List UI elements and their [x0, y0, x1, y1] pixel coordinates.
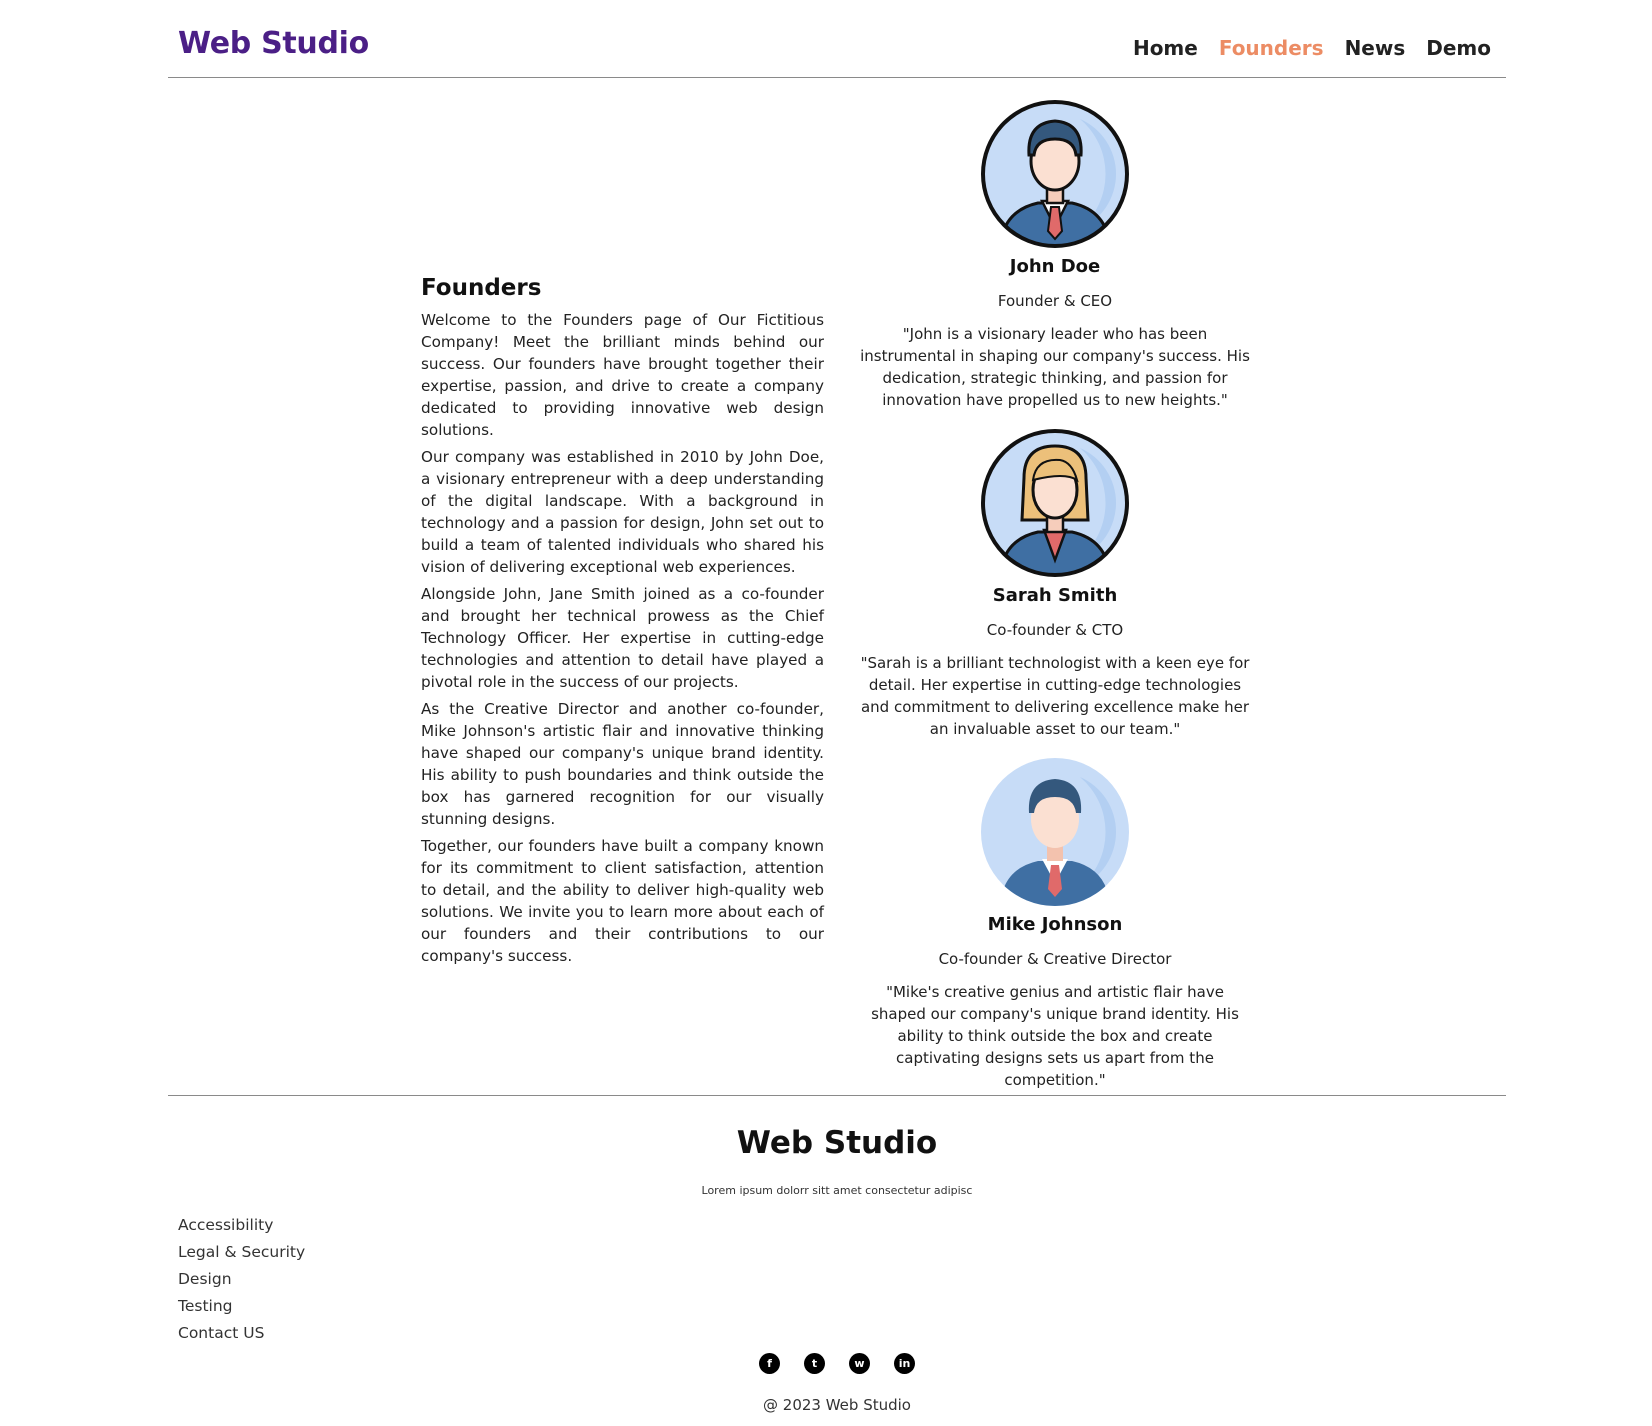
- founder-name: Mike Johnson: [987, 914, 1123, 935]
- footer-link-design[interactable]: Design: [178, 1266, 305, 1293]
- intro-paragraph: Together, our founders have built a comp…: [421, 837, 824, 965]
- twitter-icon[interactable]: t: [804, 1353, 825, 1374]
- founder-role: Co-founder & Creative Director: [938, 950, 1172, 968]
- footer-link-legal-security[interactable]: Legal & Security: [178, 1239, 305, 1266]
- facebook-icon[interactable]: f: [759, 1353, 780, 1374]
- footer-link-accessibility[interactable]: Accessibility: [178, 1212, 305, 1239]
- founder-role: Co-founder & CTO: [986, 621, 1124, 639]
- founders-intro: Founders Welcome to the Founders page of…: [421, 275, 824, 972]
- founder-name: John Doe: [1009, 256, 1101, 277]
- intro-paragraph: Welcome to the Founders page of Our Fict…: [421, 311, 824, 439]
- nav-home[interactable]: Home: [1133, 36, 1198, 60]
- site-header: Web Studio Home Founders News Demo: [168, 0, 1506, 78]
- linkedin-icon[interactable]: in: [894, 1353, 915, 1374]
- footer-tagline: Lorem ipsum dolorr sitt amet consectetur…: [701, 1184, 973, 1197]
- footer-link-contact-us[interactable]: Contact US: [178, 1320, 305, 1347]
- social-links: f t w in: [168, 1353, 1506, 1374]
- intro-paragraph: As the Creative Director and another co-…: [421, 700, 824, 828]
- whatsapp-icon[interactable]: w: [849, 1353, 870, 1374]
- intro-paragraph: Our company was established in 2010 by J…: [421, 448, 824, 576]
- founder-role: Founder & CEO: [997, 292, 1113, 310]
- nav-news[interactable]: News: [1345, 36, 1406, 60]
- nav-demo[interactable]: Demo: [1426, 36, 1491, 60]
- businessman-flat-avatar-icon: [981, 758, 1129, 906]
- nav-founders[interactable]: Founders: [1219, 36, 1324, 60]
- copyright: @ 2023 Web Studio: [763, 1396, 911, 1414]
- brand-logo[interactable]: Web Studio: [178, 26, 369, 61]
- founder-quote: "John is a visionary leader who has been…: [860, 325, 1250, 409]
- footer-brand: Web Studio: [736, 1125, 938, 1161]
- page-title: Founders: [421, 275, 542, 301]
- founder-quote: "Sarah is a brilliant technologist with …: [860, 654, 1250, 738]
- businesswoman-avatar-icon: [981, 429, 1129, 577]
- main-nav: Home Founders News Demo: [1133, 36, 1491, 60]
- intro-paragraph: Alongside John, Jane Smith joined as a c…: [421, 585, 824, 691]
- site-footer: Web Studio Lorem ipsum dolorr sitt amet …: [168, 1095, 1506, 1426]
- footer-link-testing[interactable]: Testing: [178, 1293, 305, 1320]
- businessman-avatar-icon: [981, 100, 1129, 248]
- founder-name: Sarah Smith: [992, 585, 1118, 606]
- founder-quote: "Mike's creative genius and artistic fla…: [871, 983, 1239, 1089]
- footer-links: Accessibility Legal & Security Design Te…: [178, 1212, 305, 1347]
